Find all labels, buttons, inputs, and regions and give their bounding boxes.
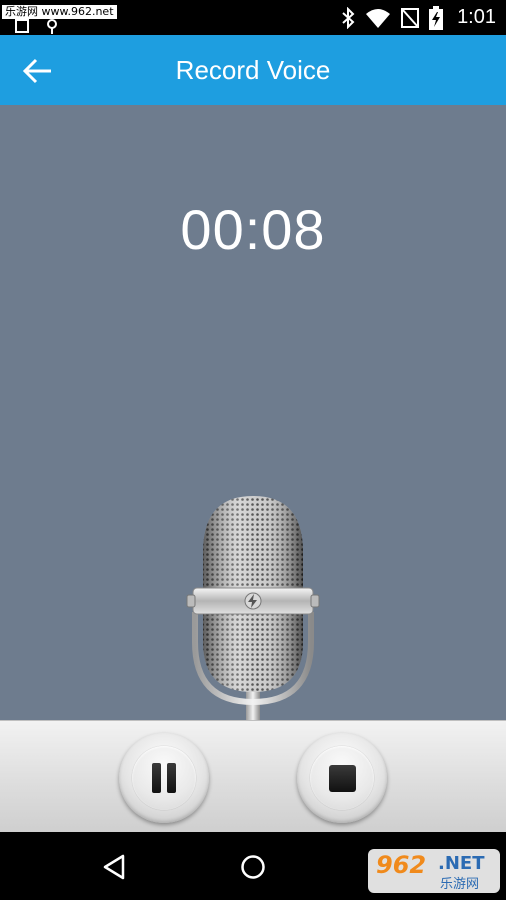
status-icons: 1:01: [341, 0, 496, 35]
bluetooth-icon: [342, 6, 355, 29]
status-bar: 乐游网 www.962.net 1:01: [0, 0, 506, 35]
watermark-logo: 962 .NET 乐游网: [368, 849, 500, 893]
back-button[interactable]: [18, 51, 58, 91]
microphone-icon: [186, 496, 320, 720]
arrow-back-icon: [23, 58, 51, 84]
app-bar: Record Voice: [0, 35, 506, 105]
nav-home-button[interactable]: [235, 849, 271, 885]
pause-button[interactable]: [119, 733, 209, 823]
stop-icon: [310, 746, 374, 810]
stop-button[interactable]: [297, 733, 387, 823]
screenshot-icon: [15, 19, 57, 34]
pause-icon: [132, 746, 196, 810]
system-nav-bar: 962 .NET 乐游网: [0, 832, 506, 900]
elapsed-timer: 00:08: [180, 198, 326, 261]
playback-controls: [0, 720, 506, 832]
wifi-icon: [366, 8, 391, 28]
nav-home-icon: [241, 855, 265, 879]
battery-charging-icon: [429, 5, 444, 30]
nav-back-button[interactable]: [96, 849, 132, 885]
page-title: Record Voice: [175, 55, 331, 85]
recording-area: 00:08: [0, 105, 506, 720]
nav-back-icon: [103, 854, 125, 880]
no-sim-icon: [401, 7, 420, 28]
status-time: 1:01: [457, 6, 496, 28]
watermark-text: 乐游网 www.962.net: [2, 5, 117, 19]
